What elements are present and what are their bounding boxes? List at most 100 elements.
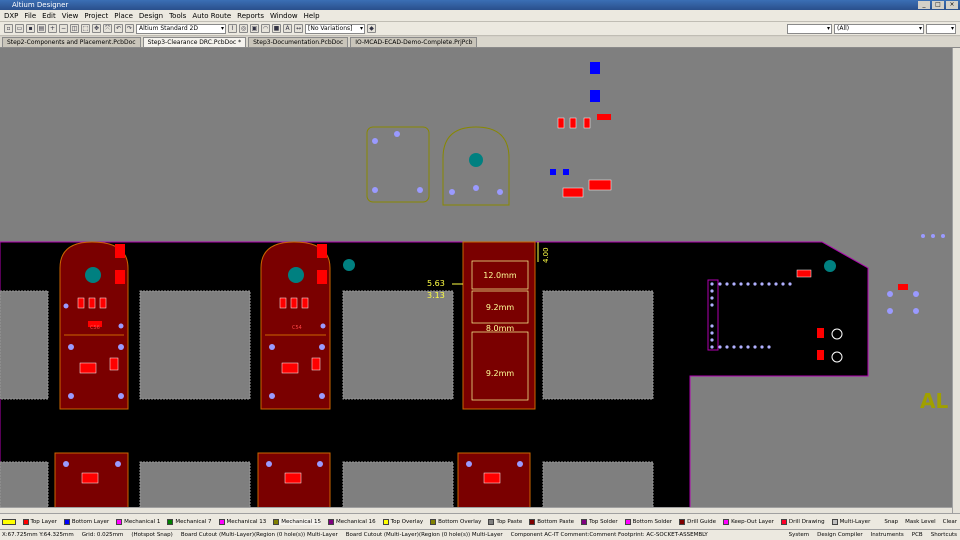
pad [317,244,327,258]
zoom-fit-icon[interactable]: ◫ [70,24,79,33]
fill-icon[interactable]: ■ [272,24,281,33]
menu-window[interactable]: Window [270,12,298,20]
hotspot-snap: (Hotspot Snap) [131,532,173,538]
vertical-scrollbar[interactable] [952,48,960,513]
pad-icon[interactable]: ▣ [250,24,259,33]
board-text-al: AL [920,389,948,413]
pad [817,328,824,338]
cross-probe-icon[interactable]: ⤧ [103,24,112,33]
filter-select-3[interactable] [926,23,956,34]
open-folder-icon[interactable]: ▭ [15,24,24,33]
close-button[interactable]: × [946,1,958,9]
text-icon[interactable]: A [283,24,292,33]
maximize-button[interactable]: □ [932,1,944,9]
select-icon[interactable]: ⬚ [81,24,90,33]
redo-icon[interactable]: ↷ [125,24,134,33]
tab-step3-documentation[interactable]: Step3-Documentation.PcbDoc [248,37,349,47]
print-icon[interactable]: ▤ [37,24,46,33]
route-icon[interactable]: ⌇ [228,24,237,33]
menu-dxp[interactable]: DXP [4,12,18,20]
view-mode-select[interactable]: Altium Standard 2D [136,23,226,34]
via [931,234,935,238]
variations-select[interactable]: [No Variations] [305,23,365,34]
snap-button[interactable]: Snap [884,519,898,525]
menu-auto-route[interactable]: Auto Route [192,12,231,20]
dimension-icon[interactable]: ↔ [294,24,303,33]
minimize-button[interactable]: _ [918,1,930,9]
pcb-canvas[interactable]: C56 C54 12.0mm 9.2mm 8.0mm 9.2mm 5.63 3.… [0,48,952,513]
dim-vertical: 4.00 [542,247,550,263]
via [887,308,893,314]
pad [317,270,327,284]
layer-tab-bottom-overlay[interactable]: Bottom Overlay [430,518,481,525]
designator-c54: C54 [292,325,302,331]
arc-icon[interactable]: ◠ [261,24,270,33]
zoom-out-icon[interactable]: − [59,24,68,33]
via [68,393,74,399]
layer-tab-top-paste[interactable]: Top Paste [488,518,522,525]
menu-design[interactable]: Design [139,12,163,20]
layer-tab-bottom-paste[interactable]: Bottom Paste [529,518,574,525]
menu-reports[interactable]: Reports [237,12,264,20]
layer-swatch [167,518,174,525]
layer-tab-mechanical-1[interactable]: Mechanical 1 [116,518,160,525]
layer-tab-top-layer[interactable]: Top Layer [22,518,57,525]
menu-view[interactable]: View [62,12,79,20]
layer-tab-multi-layer[interactable]: Multi-Layer [831,518,870,525]
dim-label-3: 8.0mm [486,324,515,333]
layer-tab-mechanical-13[interactable]: Mechanical 13 [218,518,266,525]
layer-tab-top-overlay[interactable]: Top Overlay [382,518,423,525]
layer-tab-mechanical-7[interactable]: Mechanical 7 [167,518,212,525]
panel-instruments[interactable]: Instruments [871,532,904,538]
pad [562,187,584,198]
menu-tools[interactable]: Tools [169,12,186,20]
tab-step3-clearance[interactable]: Step3-Clearance DRC.PcbDoc * [142,37,247,47]
layer-swatch [430,518,437,525]
via [473,185,479,191]
board-cutout [0,461,49,513]
layer-tab-drill-drawing[interactable]: Drill Drawing [780,518,825,525]
new-file-icon[interactable]: ▫ [4,24,13,33]
menu-project[interactable]: Project [84,12,108,20]
pcb-drawing[interactable]: C56 C54 12.0mm 9.2mm 8.0mm 9.2mm 5.63 3.… [0,48,952,513]
filter-select-all[interactable]: (All) [834,23,924,34]
layer-tab-bottom-solder[interactable]: Bottom Solder [624,518,672,525]
undo-icon[interactable]: ↶ [114,24,123,33]
zoom-in-icon[interactable]: + [48,24,57,33]
layer-tab-top-solder[interactable]: Top Solder [581,518,618,525]
pad [81,472,99,484]
via [372,138,378,144]
mounting-hole [288,267,304,283]
via-icon[interactable]: ◎ [239,24,248,33]
panel-design-compiler[interactable]: Design Compiler [817,532,863,538]
menu-file[interactable]: File [24,12,36,20]
move-icon[interactable]: ✥ [92,24,101,33]
tab-step2[interactable]: Step2-Components and Placement.PcbDoc [2,37,141,47]
filter-select-1[interactable] [787,23,832,34]
menu-place[interactable]: Place [114,12,133,20]
current-layer-swatch[interactable] [2,518,16,525]
save-icon[interactable]: ▪ [26,24,35,33]
layer-tab-bottom-layer[interactable]: Bottom Layer [63,518,109,525]
pad [77,297,85,309]
dim-left-1: 5.63 [427,279,445,288]
panel-pcb[interactable]: PCB [912,532,923,538]
layer-tab-keep-out[interactable]: Keep-Out Layer [723,518,774,525]
panel-system[interactable]: System [789,532,810,538]
tab-project[interactable]: IO-MCAD-ECAD-Demo-Complete.PrjPcb [350,37,478,47]
pad [588,179,612,191]
clear-button[interactable]: Clear [943,519,957,525]
panel-shortcuts[interactable]: Shortcuts [931,532,957,538]
cursor-coordinates: X:67.725mm Y:64.325mm [2,532,74,538]
variant-icon[interactable]: ◆ [367,24,376,33]
layer-swatch [327,518,334,525]
layer-tab-mechanical-16[interactable]: Mechanical 16 [327,518,376,525]
via [466,461,472,467]
dim-left-2: 3.13 [427,291,445,300]
menu-help[interactable]: Help [304,12,320,20]
menu-edit[interactable]: Edit [42,12,56,20]
layer-tab-drill-guide[interactable]: Drill Guide [679,518,716,525]
layer-tab-mechanical-15[interactable]: Mechanical 15 [273,518,321,525]
mask-level-button[interactable]: Mask Level [905,519,935,525]
mounting-hole [85,267,101,283]
